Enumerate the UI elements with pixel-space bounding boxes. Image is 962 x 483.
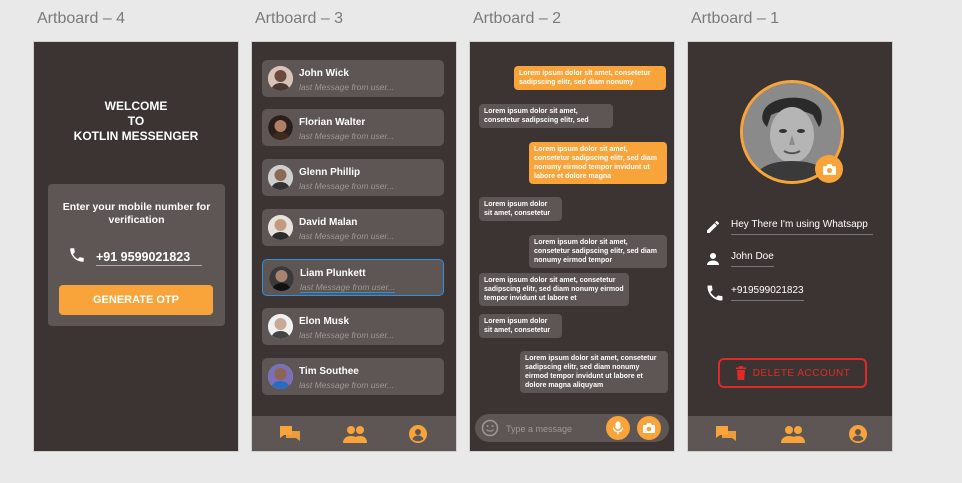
message-incoming: Lorem ipsum dolor sit amet, consetetur s… xyxy=(479,273,629,306)
generate-otp-button[interactable]: GENERATE OTP xyxy=(59,285,213,315)
message-incoming: Lorem ipsum dolor sit amet, consetetur xyxy=(479,197,562,221)
contact-name: Tim Southee xyxy=(299,366,359,377)
phone-icon xyxy=(68,246,86,269)
group-icon[interactable] xyxy=(780,424,806,449)
welcome-title: WELCOME TO KOTLIN MESSENGER xyxy=(73,99,199,143)
phone-row: +91 9599021823 xyxy=(68,246,202,269)
contact-name: Florian Walter xyxy=(299,117,366,128)
chats-icon[interactable] xyxy=(714,424,738,449)
user-phone: +919599021823 xyxy=(731,285,804,301)
avatar xyxy=(268,364,293,389)
phone-icon xyxy=(707,285,723,301)
message-incoming: Lorem ipsum dolor sit amet, consetetur s… xyxy=(479,104,613,128)
contact-last-message: last Message from user... xyxy=(299,82,395,92)
contact-last-message: last Message from user... xyxy=(299,131,395,141)
user-name: John Doe xyxy=(731,251,774,267)
artboard-2-title: Artboard – 2 xyxy=(473,10,562,27)
camera-icon xyxy=(643,423,655,433)
contact-last-message: last Message from user... xyxy=(299,181,395,191)
avatar xyxy=(268,66,293,91)
artboard-4-title: Artboard – 4 xyxy=(37,10,126,27)
avatar xyxy=(268,115,293,140)
pencil-icon xyxy=(707,220,720,233)
contact-item-john-wick[interactable]: John Wick last Message from user... xyxy=(262,60,444,97)
contact-last-message: last Message from user... xyxy=(299,330,395,340)
contact-last-message: last Message from user... xyxy=(299,380,395,390)
contact-name: David Malan xyxy=(299,217,358,228)
chats-icon[interactable] xyxy=(278,424,302,449)
profile-icon[interactable] xyxy=(408,424,428,449)
otp-instruction: Enter your mobile number for verificatio… xyxy=(62,201,211,226)
artboard-3-contacts-screen: John Wick last Message from user... Flor… xyxy=(251,41,457,452)
contact-last-message: last Message from user... xyxy=(300,282,396,293)
message-outgoing: Lorem ipsum dolor sit amet, consetetur s… xyxy=(514,66,666,90)
message-input-bar: Type a message xyxy=(475,414,669,442)
artboard-1-profile-screen: Hey There I'm using Whatsapp John Doe +9… xyxy=(687,41,893,452)
message-outgoing: Lorem ipsum dolor sit amet, consetetur s… xyxy=(529,142,667,184)
avatar xyxy=(268,165,293,190)
profile-icon[interactable] xyxy=(848,424,868,449)
contact-name: Elon Musk xyxy=(299,316,350,327)
person-icon xyxy=(707,253,719,265)
bottom-nav-bar xyxy=(252,416,456,451)
group-icon[interactable] xyxy=(342,424,368,449)
microphone-icon xyxy=(612,421,624,435)
change-photo-button[interactable] xyxy=(815,155,843,183)
status-row[interactable]: Hey There I'm using Whatsapp xyxy=(705,219,873,235)
message-input[interactable]: Type a message xyxy=(506,424,572,434)
message-incoming: Lorem ipsum dolor sit amet, consetetur s… xyxy=(529,235,667,268)
contact-item-tim-southee[interactable]: Tim Southee last Message from user... xyxy=(262,358,444,395)
contact-item-david-malan[interactable]: David Malan last Message from user... xyxy=(262,209,444,246)
mobile-number-field[interactable]: +91 9599021823 xyxy=(96,250,202,266)
name-row[interactable]: John Doe xyxy=(705,251,774,267)
avatar xyxy=(268,215,293,240)
camera-icon xyxy=(822,163,836,175)
contact-item-liam-plunkett[interactable]: Liam Plunkett last Message from user... xyxy=(262,259,444,296)
status-text: Hey There I'm using Whatsapp xyxy=(731,219,873,235)
avatar xyxy=(268,314,293,339)
contact-item-glenn-phillip[interactable]: Glenn Phillip last Message from user... xyxy=(262,159,444,196)
phone-row[interactable]: +919599021823 xyxy=(705,283,804,303)
artboard-4-welcome-screen: WELCOME TO KOTLIN MESSENGER Enter your m… xyxy=(33,41,239,452)
trash-icon xyxy=(735,366,746,380)
message-incoming: Lorem ipsum dolor sit amet, consetetur s… xyxy=(520,351,668,393)
contact-name: Glenn Phillip xyxy=(299,167,361,178)
bottom-nav-bar xyxy=(688,416,892,451)
artboard-1-title: Artboard – 1 xyxy=(691,10,780,27)
contact-last-message: last Message from user... xyxy=(299,231,395,241)
contact-item-florian-walter[interactable]: Florian Walter last Message from user... xyxy=(262,109,444,146)
contact-name: John Wick xyxy=(299,68,349,79)
contact-item-elon-musk[interactable]: Elon Musk last Message from user... xyxy=(262,308,444,345)
contact-name: Liam Plunkett xyxy=(300,268,366,279)
camera-button[interactable] xyxy=(637,416,661,440)
otp-card: Enter your mobile number for verificatio… xyxy=(48,184,225,326)
message-incoming: Lorem ipsum dolor sit amet, consetetur xyxy=(479,314,562,338)
artboard-2-chat-screen: Lorem ipsum dolor sit amet, consetetur s… xyxy=(469,41,675,452)
emoji-icon[interactable] xyxy=(481,419,499,442)
delete-account-label: DELETE ACCOUNT xyxy=(752,367,851,379)
microphone-button[interactable] xyxy=(606,416,630,440)
delete-account-button[interactable]: DELETE ACCOUNT xyxy=(718,358,867,388)
avatar xyxy=(269,266,294,291)
artboard-3-title: Artboard – 3 xyxy=(255,10,344,27)
